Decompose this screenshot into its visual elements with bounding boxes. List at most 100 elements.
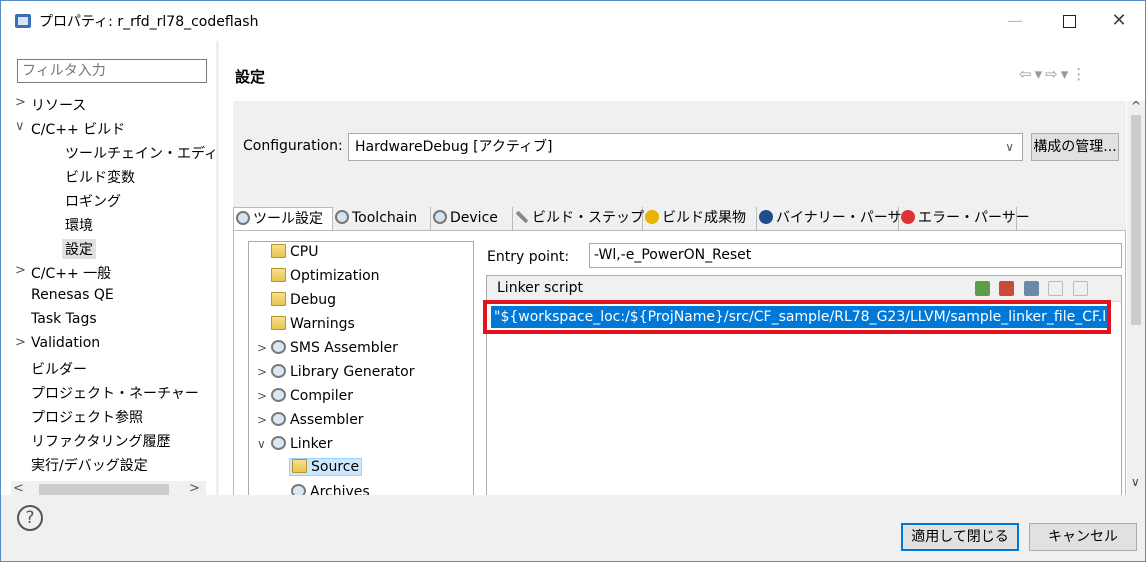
gear-icon	[271, 340, 286, 354]
tree-label: Optimization	[290, 268, 380, 284]
binary-icon	[759, 210, 773, 224]
tree-item-library-generator[interactable]: Library Generator	[271, 364, 415, 380]
expand-arrow-icon[interactable]: >	[257, 413, 267, 427]
view-menu-icon[interactable]: ⋮	[1071, 65, 1089, 83]
tab-device[interactable]: Device	[431, 207, 513, 231]
back-menu-icon[interactable]: ▾	[1035, 65, 1046, 83]
expand-arrow-icon[interactable]: >	[15, 263, 26, 278]
add-icon[interactable]	[975, 281, 990, 296]
nav-item-refactoring-history[interactable]: リファクタリング履歴	[31, 431, 170, 451]
title-bar: プロパティ: r_rfd_rl78_codeflash — ✕	[1, 1, 1145, 41]
back-icon[interactable]: ⇦	[1019, 65, 1035, 83]
tab-label: Device	[450, 210, 498, 226]
nav-item-project-references[interactable]: プロジェクト参照	[31, 407, 143, 427]
forward-icon[interactable]: ⇨	[1045, 65, 1061, 83]
tree-label: Compiler	[290, 388, 354, 404]
maximize-icon	[1062, 15, 1076, 28]
move-up-icon[interactable]	[1048, 281, 1064, 296]
tree-label: Assembler	[290, 412, 364, 428]
tree-item-linker[interactable]: Linker	[271, 436, 333, 452]
edit-icon[interactable]	[1023, 281, 1039, 296]
entry-point-input[interactable]: -Wl,-e_PowerON_Reset	[589, 243, 1122, 268]
tab-binary-parser[interactable]: バイナリー・パーサー	[757, 207, 915, 231]
tree-label: Warnings	[290, 316, 355, 332]
nav-item-logging[interactable]: ロギング	[65, 191, 121, 211]
tree-item-debug[interactable]: Debug	[271, 292, 336, 308]
delete-icon[interactable]	[999, 281, 1015, 296]
tab-build-steps[interactable]: ビルド・ステップ	[513, 207, 644, 231]
nav-item-validation[interactable]: Validation	[31, 335, 100, 351]
tree-label: Debug	[290, 292, 337, 308]
tree-item-sms-assembler[interactable]: SMS Assembler	[271, 340, 398, 356]
nav-item-build-variables[interactable]: ビルド変数	[65, 167, 135, 187]
expand-arrow-icon[interactable]: >	[15, 335, 26, 350]
configuration-select[interactable]: HardwareDebug [アクティブ] ∨	[348, 133, 1023, 161]
list-toolbar	[975, 281, 1093, 297]
maximize-button[interactable]	[1049, 7, 1089, 35]
nav-item-renesas-qe[interactable]: Renesas QE	[31, 287, 114, 303]
vertical-scrollbar[interactable]: ^ ∨	[1127, 99, 1145, 495]
gear-icon	[271, 364, 286, 378]
expand-arrow-icon[interactable]: >	[257, 365, 267, 379]
scroll-up-icon[interactable]: ^	[1131, 99, 1141, 113]
tab-label: ビルド成果物	[662, 210, 746, 226]
close-button[interactable]: ✕	[1099, 7, 1139, 35]
minimize-button[interactable]: —	[995, 7, 1035, 35]
collapse-arrow-icon[interactable]: ∨	[257, 437, 266, 451]
settings-page: 設定 ⇦▾⇨▾⋮ Configuration: HardwareDebug [ア…	[219, 41, 1145, 496]
tab-label: Toolchain	[352, 210, 418, 226]
forward-menu-icon[interactable]: ▾	[1061, 65, 1072, 83]
scroll-right-icon[interactable]: >	[189, 481, 200, 496]
folder-icon	[271, 316, 286, 330]
cancel-button[interactable]: キャンセル	[1029, 523, 1137, 551]
scroll-down-icon[interactable]: ∨	[1131, 475, 1140, 489]
nav-item-task-tags[interactable]: Task Tags	[31, 311, 97, 327]
nav-item-cpp-general[interactable]: C/C++ 一般	[31, 263, 111, 283]
nav-item-resource[interactable]: リソース	[31, 95, 86, 115]
folder-icon	[271, 244, 286, 258]
tree-item-source[interactable]: Source	[289, 458, 363, 476]
expand-arrow-icon[interactable]: >	[257, 341, 267, 355]
expand-arrow-icon[interactable]: >	[257, 389, 267, 403]
error-icon	[901, 210, 915, 224]
tab-label: バイナリー・パーサー	[776, 210, 916, 226]
tab-toolchain[interactable]: Toolchain	[333, 207, 431, 231]
expand-arrow-icon[interactable]: >	[15, 95, 26, 110]
apply-close-button[interactable]: 適用して閉じる	[901, 523, 1019, 551]
tree-item-warnings[interactable]: Warnings	[271, 316, 355, 332]
nav-item-settings[interactable]: 設定	[62, 239, 96, 259]
move-down-icon[interactable]	[1072, 281, 1088, 296]
settings-tabs: ツール設定 Toolchain Device ビルド・ステップ ビルド成果物 バ…	[233, 207, 1126, 231]
gear-icon	[335, 210, 349, 224]
folder-icon	[292, 459, 307, 473]
tab-tool-settings[interactable]: ツール設定	[233, 207, 333, 231]
configuration-label: Configuration:	[243, 138, 343, 154]
tree-label: CPU	[290, 244, 319, 260]
tree-label: Linker	[290, 436, 333, 452]
gear-icon	[271, 388, 286, 402]
chevron-down-icon: ∨	[1005, 140, 1014, 154]
settings-content: Configuration: HardwareDebug [アクティブ] ∨ 構…	[233, 101, 1126, 496]
tab-error-parser[interactable]: エラー・パーサー	[899, 207, 1030, 231]
manage-configurations-button[interactable]: 構成の管理...	[1031, 133, 1119, 161]
filter-input[interactable]: フィルタ入力	[17, 59, 207, 83]
folder-icon	[271, 268, 286, 282]
app-icon	[15, 14, 31, 28]
collapse-arrow-icon[interactable]: ∨	[15, 119, 25, 134]
nav-item-builder[interactable]: ビルダー	[31, 359, 87, 379]
nav-item-cpp-build[interactable]: C/C++ ビルド	[31, 119, 125, 139]
nav-item-project-nature[interactable]: プロジェクト・ネーチャー	[31, 383, 199, 403]
properties-dialog: プロパティ: r_rfd_rl78_codeflash — ✕ フィルタ入力 >…	[0, 0, 1146, 562]
tree-item-assembler[interactable]: Assembler	[271, 412, 364, 428]
scrollbar-thumb[interactable]	[1131, 115, 1141, 325]
tab-build-artifact[interactable]: ビルド成果物	[643, 207, 757, 231]
nav-item-environment[interactable]: 環境	[65, 215, 93, 235]
tab-label: エラー・パーサー	[918, 210, 1030, 226]
tree-item-optimization[interactable]: Optimization	[271, 268, 380, 284]
scroll-left-icon[interactable]: <	[13, 481, 24, 496]
history-nav: ⇦▾⇨▾⋮	[1019, 65, 1089, 83]
nav-item-run-debug-settings[interactable]: 実行/デバッグ設定	[31, 455, 148, 475]
tree-item-cpu[interactable]: CPU	[271, 244, 318, 260]
tree-item-compiler[interactable]: Compiler	[271, 388, 353, 404]
help-icon[interactable]: ?	[17, 505, 43, 531]
